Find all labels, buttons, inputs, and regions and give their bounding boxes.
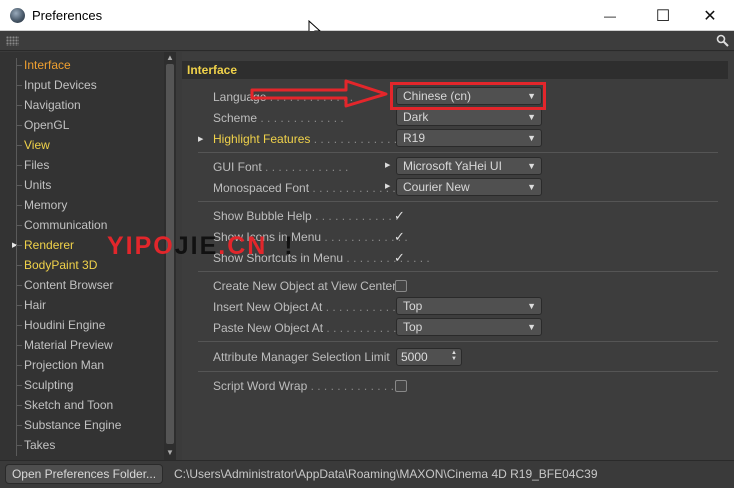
divider bbox=[198, 201, 718, 202]
font-menu-arrow-icon[interactable]: ▶ bbox=[385, 161, 390, 169]
window-titlebar: Preferences — ☐ ✕ bbox=[0, 0, 734, 40]
sidebar-item-input-devices[interactable]: Input Devices bbox=[16, 75, 97, 95]
sidebar-item-sculpting[interactable]: Sculpting bbox=[15, 375, 73, 395]
sidebar-item-opengl[interactable]: OpenGL bbox=[15, 115, 69, 135]
highlight-features-label: Highlight Features . . . . . . . . . . .… bbox=[213, 132, 398, 146]
sidebar-item-sketch-and-toon[interactable]: Sketch and Toon bbox=[15, 395, 113, 415]
sidebar-item-hair[interactable]: Hair bbox=[15, 295, 46, 315]
grip-icon[interactable] bbox=[6, 36, 19, 46]
scroll-up-arrow-icon[interactable]: ▲ bbox=[166, 53, 174, 62]
show-icons-in-menu-checkbox[interactable]: ✓ bbox=[394, 230, 407, 243]
spinner-arrows-icon[interactable]: ▲ ▼ bbox=[451, 350, 457, 362]
divider bbox=[198, 271, 718, 272]
minimize-button[interactable]: — bbox=[592, 4, 628, 28]
show-bubble-help-checkbox[interactable]: ✓ bbox=[394, 209, 407, 222]
paste-new-object-dropdown[interactable]: Top ▼ bbox=[396, 318, 542, 336]
sidebar-item-content-browser[interactable]: Content Browser bbox=[15, 275, 113, 295]
sidebar-item-renderer[interactable]: Renderer bbox=[15, 235, 74, 255]
gui-font-dropdown[interactable]: Microsoft YaHei UI ▼ bbox=[396, 157, 542, 175]
open-preferences-folder-button[interactable]: Open Preferences Folder... bbox=[5, 464, 163, 484]
sidebar-item-projection-man[interactable]: Projection Man bbox=[15, 355, 104, 375]
preferences-path: C:\Users\Administrator\AppData\Roaming\M… bbox=[174, 467, 598, 481]
dropdown-arrow-icon: ▼ bbox=[527, 322, 536, 332]
toolbar bbox=[0, 31, 734, 51]
expand-triangle-icon[interactable]: ▶ bbox=[198, 135, 203, 143]
show-shortcuts-in-menu-checkbox[interactable]: ✓ bbox=[394, 251, 407, 264]
script-word-wrap-label: Script Word Wrap . . . . . . . . . . . .… bbox=[213, 379, 394, 393]
sidebar-item-interface[interactable]: Interface bbox=[16, 55, 71, 75]
attribute-selection-limit-input[interactable]: 5000 ▲ ▼ bbox=[396, 348, 462, 366]
sidebar-item-bodypaint-3d[interactable]: BodyPaint 3D bbox=[15, 255, 97, 275]
divider bbox=[198, 341, 718, 342]
pane-title: Interface bbox=[182, 61, 728, 79]
sidebar-item-takes[interactable]: Takes bbox=[15, 435, 55, 455]
monospaced-font-dropdown[interactable]: Courier New ▼ bbox=[396, 178, 542, 196]
gui-font-label: GUI Font . . . . . . . . . . . . . bbox=[213, 160, 349, 174]
tree-guide-line bbox=[16, 58, 17, 456]
sidebar-item-navigation[interactable]: Navigation bbox=[16, 95, 81, 115]
sidebar-item-memory[interactable]: Memory bbox=[15, 195, 67, 215]
monospaced-font-label: Monospaced Font . . . . . . . . . . . . … bbox=[213, 181, 396, 195]
scroll-down-arrow-icon[interactable]: ▼ bbox=[166, 448, 174, 457]
sidebar-item-substance-engine[interactable]: Substance Engine bbox=[15, 415, 121, 435]
highlight-features-dropdown[interactable]: R19 ▼ bbox=[396, 129, 542, 147]
sidebar-item-communication[interactable]: Communication bbox=[15, 215, 107, 235]
maximize-button[interactable]: ☐ bbox=[645, 4, 681, 28]
scheme-dropdown[interactable]: Dark ▼ bbox=[396, 108, 542, 126]
insert-new-object-label: Insert New Object At . . . . . . . . . .… bbox=[213, 300, 410, 314]
sidebar-item-material-preview[interactable]: Material Preview bbox=[16, 335, 113, 355]
maximize-icon: ☐ bbox=[655, 8, 671, 25]
site-watermark: YIPOJIE.CN ! bbox=[107, 232, 295, 260]
divider bbox=[198, 371, 718, 372]
dropdown-arrow-icon: ▼ bbox=[527, 112, 536, 122]
dropdown-arrow-icon: ▼ bbox=[527, 182, 536, 192]
close-icon: ✕ bbox=[703, 8, 717, 25]
search-icon[interactable] bbox=[716, 34, 729, 47]
attribute-selection-limit-label: Attribute Manager Selection Limit bbox=[213, 350, 390, 364]
annotation-highlight-box bbox=[390, 82, 546, 110]
close-button[interactable]: ✕ bbox=[692, 4, 728, 28]
script-word-wrap-checkbox[interactable] bbox=[395, 380, 407, 392]
dropdown-arrow-icon: ▼ bbox=[527, 161, 536, 171]
show-bubble-help-label: Show Bubble Help . . . . . . . . . . . .… bbox=[213, 209, 399, 223]
paste-new-object-label: Paste New Object At . . . . . . . . . . … bbox=[213, 321, 410, 335]
sidebar-item-houdini-engine[interactable]: Houdini Engine bbox=[15, 315, 105, 335]
create-at-view-center-checkbox[interactable] bbox=[395, 280, 407, 292]
divider bbox=[198, 152, 718, 153]
window-title: Preferences bbox=[32, 8, 103, 23]
create-at-view-center-label: Create New Object at View Center bbox=[213, 279, 397, 293]
dropdown-arrow-icon: ▼ bbox=[527, 301, 536, 311]
annotation-arrow-icon bbox=[250, 79, 388, 108]
scheme-label: Scheme . . . . . . . . . . . . . bbox=[213, 111, 344, 125]
cinema4d-app-icon bbox=[10, 8, 25, 23]
font-menu-arrow-icon[interactable]: ▶ bbox=[385, 182, 390, 190]
sidebar-item-units[interactable]: Units bbox=[15, 175, 51, 195]
sidebar-item-view[interactable]: View bbox=[16, 135, 50, 155]
minimize-icon: — bbox=[604, 9, 616, 23]
insert-new-object-dropdown[interactable]: Top ▼ bbox=[396, 297, 542, 315]
sidebar-item-files[interactable]: Files bbox=[15, 155, 49, 175]
dropdown-arrow-icon: ▼ bbox=[527, 133, 536, 143]
